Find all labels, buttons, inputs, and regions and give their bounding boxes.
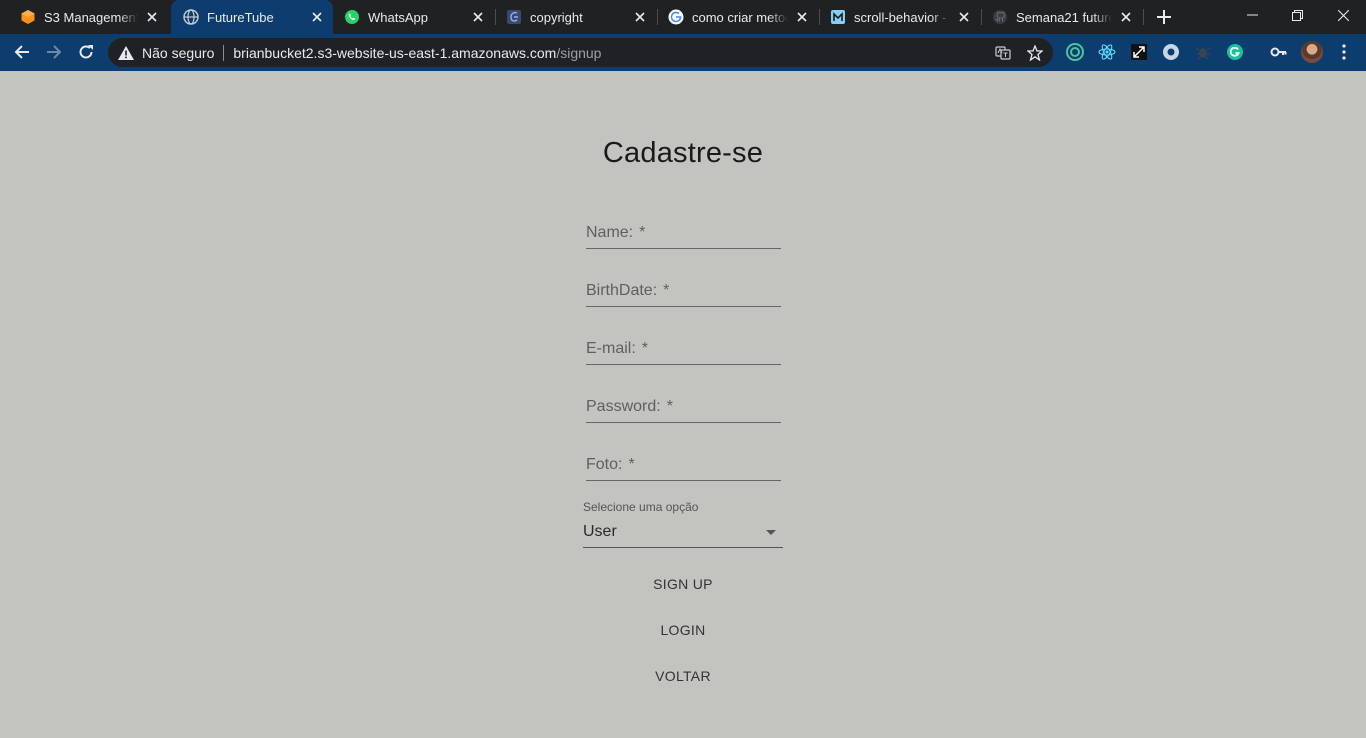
- tab-strip: S3 Management C FutureTube WhatsApp copy…: [0, 0, 1366, 34]
- bug-extension-icon[interactable]: [1194, 43, 1212, 61]
- drop-extension-icon[interactable]: [1162, 43, 1180, 61]
- menu-dots-icon[interactable]: [1335, 43, 1353, 61]
- browser-tab-active[interactable]: FutureTube: [171, 0, 333, 34]
- back-button[interactable]: VOLTAR: [633, 659, 733, 693]
- omnibox-divider: [223, 44, 225, 61]
- reload-icon[interactable]: [72, 38, 100, 66]
- required-asterisk: *: [639, 224, 646, 241]
- role-select-caption: Selecione uma opção: [583, 500, 699, 514]
- photo-label: Foto:: [586, 456, 623, 473]
- tab-title: WhatsApp: [368, 9, 428, 25]
- dropdown-arrow-icon[interactable]: [766, 530, 776, 535]
- required-asterisk: *: [666, 398, 673, 415]
- browser-toolbar: Não seguro brianbucket2.s3-website-us-ea…: [0, 34, 1366, 71]
- forward-arrow-icon[interactable]: [40, 38, 68, 66]
- password-field[interactable]: Password: *: [586, 393, 781, 423]
- url-host[interactable]: brianbucket2.s3-website-us-east-1.amazon…: [233, 45, 556, 61]
- close-tab-icon[interactable]: [630, 7, 650, 27]
- restore-icon[interactable]: [1274, 0, 1320, 30]
- globe-icon: [183, 9, 199, 25]
- minimize-icon[interactable]: [1229, 0, 1275, 30]
- tab-title: como criar metodo: [692, 9, 788, 25]
- browser-tab[interactable]: WhatsApp: [332, 0, 494, 34]
- required-asterisk: *: [663, 282, 670, 299]
- close-tab-icon[interactable]: [307, 7, 327, 27]
- warning-icon[interactable]: [118, 45, 134, 61]
- url-path[interactable]: /signup: [556, 45, 601, 61]
- login-button[interactable]: LOGIN: [633, 613, 733, 647]
- security-status-label[interactable]: Não seguro: [142, 45, 214, 61]
- aws-icon: [20, 9, 36, 25]
- role-select-value: User: [583, 523, 617, 540]
- close-tab-icon[interactable]: [1116, 7, 1136, 27]
- browser-tab[interactable]: copyright: [494, 0, 656, 34]
- google-icon: [668, 9, 684, 25]
- key-icon[interactable]: [1270, 43, 1288, 61]
- name-label: Name:: [586, 224, 634, 241]
- birthdate-label: BirthDate:: [586, 282, 658, 299]
- extension-target-icon[interactable]: [1066, 43, 1084, 61]
- address-bar[interactable]: Não seguro brianbucket2.s3-website-us-ea…: [108, 38, 1053, 67]
- grammarly-icon[interactable]: [1226, 43, 1244, 61]
- signup-button[interactable]: SIGN UP: [633, 567, 733, 601]
- tab-separator: [1143, 9, 1144, 25]
- email-label: E-mail:: [586, 340, 636, 357]
- star-icon[interactable]: [1026, 44, 1044, 62]
- close-tab-icon[interactable]: [792, 7, 812, 27]
- close-window-icon[interactable]: [1320, 0, 1366, 30]
- whatsapp-icon: [344, 9, 360, 25]
- birthdate-field[interactable]: BirthDate: *: [586, 277, 781, 307]
- profile-avatar[interactable]: [1301, 41, 1323, 63]
- role-select[interactable]: User: [583, 516, 783, 548]
- codepen-icon: [506, 9, 522, 25]
- tab-title: FutureTube: [207, 9, 274, 25]
- resize-extension-icon[interactable]: [1130, 43, 1148, 61]
- email-field[interactable]: E-mail: *: [586, 335, 781, 365]
- translate-icon[interactable]: [994, 44, 1012, 62]
- photo-field[interactable]: Foto: *: [586, 451, 781, 481]
- password-label: Password:: [586, 398, 661, 415]
- github-icon: [992, 9, 1008, 25]
- tab-title: scroll-behavior - C: [854, 9, 950, 25]
- tab-title: Semana21 futuret: [1016, 9, 1112, 25]
- mdn-icon: [830, 9, 846, 25]
- tab-title: S3 Management C: [44, 9, 138, 25]
- close-tab-icon[interactable]: [468, 7, 488, 27]
- browser-tab[interactable]: como criar metodo: [656, 0, 818, 34]
- back-arrow-icon[interactable]: [8, 38, 36, 66]
- react-devtools-icon[interactable]: [1098, 43, 1116, 61]
- required-asterisk: *: [641, 340, 649, 357]
- browser-tab[interactable]: S3 Management C: [8, 0, 168, 34]
- close-tab-icon[interactable]: [954, 7, 974, 27]
- name-field[interactable]: Name: *: [586, 219, 781, 249]
- required-asterisk: *: [628, 456, 635, 473]
- page-title: Cadastre-se: [602, 137, 764, 169]
- new-tab-icon[interactable]: [1152, 5, 1176, 29]
- browser-tab[interactable]: scroll-behavior - C: [818, 0, 980, 34]
- tab-title: copyright: [530, 9, 583, 25]
- close-tab-icon[interactable]: [142, 7, 162, 27]
- browser-tab[interactable]: Semana21 futuret: [980, 0, 1142, 34]
